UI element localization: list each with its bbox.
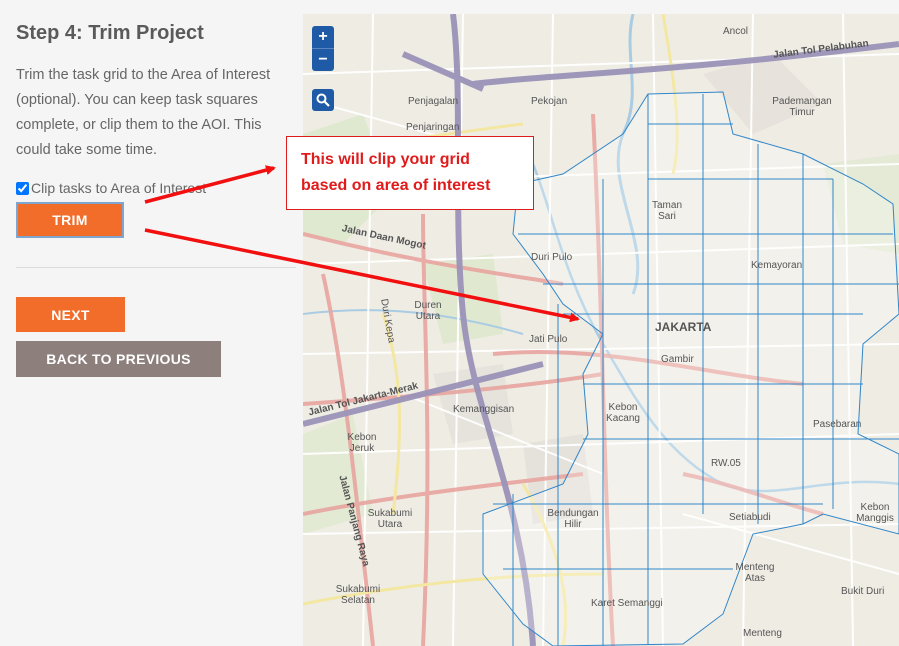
zoom-out-button[interactable]: − bbox=[312, 49, 334, 71]
map-label: Penjagalan bbox=[408, 96, 459, 107]
step-description: Trim the task grid to the Area of Intere… bbox=[16, 67, 271, 158]
map-label: Jati Pulo bbox=[529, 334, 568, 345]
map-label: Bukit Duri bbox=[841, 586, 885, 597]
map-label: Menteng Atas bbox=[735, 562, 775, 584]
map-label: Ancol bbox=[723, 26, 749, 37]
clip-checkbox[interactable] bbox=[16, 181, 29, 195]
back-to-previous-button[interactable]: BACK TO PREVIOUS bbox=[16, 341, 221, 377]
magnifier-icon bbox=[316, 93, 330, 107]
map-label: Karet Semanggi bbox=[591, 598, 663, 609]
map-view[interactable]: Jalan Tol Pelabuhan Ancol Pademangan Tim… bbox=[303, 14, 899, 646]
map-label: Pademangan Timur bbox=[772, 96, 832, 118]
next-button[interactable]: NEXT bbox=[16, 297, 125, 332]
map-label: Pasebaran bbox=[813, 419, 862, 430]
zoom-in-button[interactable]: + bbox=[312, 26, 334, 48]
map-label: Setiabudi bbox=[729, 512, 771, 523]
map-label: Kebon Kacang bbox=[606, 402, 640, 424]
map-label: Pekojan bbox=[531, 96, 568, 107]
map-search-button[interactable] bbox=[312, 89, 334, 111]
map-label: RW.05 bbox=[711, 458, 741, 469]
map-label: Jalan Daan Mogot bbox=[340, 223, 427, 252]
map-label: Sukabumi Utara bbox=[367, 508, 413, 530]
annotation-line-2: based on area of interest bbox=[301, 177, 491, 194]
map-label: Kebon Manggis bbox=[856, 502, 894, 524]
map-label: Duren Utara bbox=[414, 300, 442, 322]
map-label: Bendungan Hilir bbox=[547, 508, 599, 530]
map-label: Duri Pulo bbox=[531, 252, 573, 263]
map-label: Sukabumi Selatan bbox=[335, 584, 381, 606]
map-label: JAKARTA bbox=[655, 320, 712, 334]
map-label: Kebon Jeruk bbox=[347, 432, 377, 454]
map-label: Jalan Tol Pelabuhan bbox=[772, 38, 870, 61]
map-label: Kemayoran bbox=[751, 260, 803, 271]
map-label: Duri Kepa bbox=[378, 298, 397, 344]
map-label: Jalan Tol Jakarta-Merak bbox=[307, 380, 420, 419]
zoom-control: + − bbox=[312, 26, 334, 71]
map-labels: Jalan Tol Pelabuhan Ancol Pademangan Tim… bbox=[303, 14, 899, 646]
page-title: Step 4: Trim Project bbox=[16, 22, 204, 44]
annotation-line-1: This will clip your grid bbox=[301, 151, 470, 168]
clip-checkbox-label: Clip tasks to Area of Interest bbox=[31, 180, 207, 196]
trim-button[interactable]: TRIM bbox=[16, 202, 124, 238]
map-label: Kemanggisan bbox=[453, 404, 515, 415]
sidebar-panel: Step 4: Trim Project Trim the task grid … bbox=[0, 0, 303, 646]
annotation-callout: This will clip your grid based on area o… bbox=[286, 136, 534, 210]
map-label: Taman Sari bbox=[651, 200, 682, 222]
clip-option[interactable]: Clip tasks to Area of Interest bbox=[16, 180, 206, 196]
map-label: Menteng bbox=[743, 628, 782, 639]
map-label: Penjaringan bbox=[406, 122, 460, 133]
divider bbox=[16, 267, 296, 268]
map-label: Gambir bbox=[661, 354, 694, 365]
